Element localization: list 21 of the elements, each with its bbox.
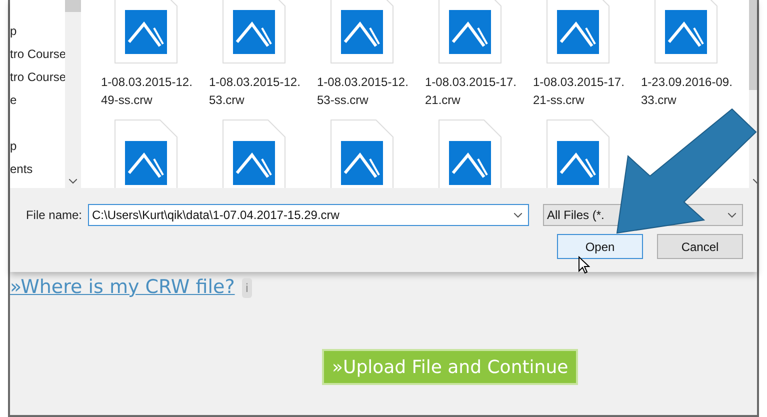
chevron-down-icon[interactable] — [69, 179, 77, 184]
dialog-button[interactable]: Cancel — [657, 234, 743, 259]
scrollbar-thumb[interactable] — [65, 0, 81, 12]
file-name[interactable]: 1-08.03.2015-17. 21-ss.crw — [533, 73, 637, 109]
nav-item[interactable]: e — [10, 89, 65, 111]
chevron-down-icon[interactable] — [728, 212, 736, 218]
nav-item[interactable]: tro Course — [10, 66, 65, 88]
nav-item[interactable]: p — [10, 20, 65, 42]
file-name-label: File name: — [26, 208, 82, 222]
nav-item[interactable]: ents — [10, 158, 65, 180]
chevron-down-icon[interactable] — [514, 212, 522, 218]
file-name[interactable]: 1-08.03.2015-17. 21.crw — [425, 73, 529, 109]
file-name[interactable]: 1-23.09.2016-09. 33.crw — [641, 73, 745, 109]
file-name[interactable]: 1-08.03.2015-12. 49-ss.crw — [101, 73, 205, 109]
file-name-field[interactable]: C:\Users\Kurt\qik\data\1-07.04.2017-15.29.crw — [88, 204, 529, 226]
mouse-cursor-icon — [578, 256, 590, 274]
nav-item[interactable]: tro Course — [10, 43, 65, 65]
nav-item[interactable]: p — [10, 135, 65, 157]
file-name[interactable]: 1-08.03.2015-12. 53-ss.crw — [317, 73, 421, 109]
file-name[interactable]: 1-08.03.2015-12. 53.crw — [209, 73, 313, 109]
dialog-button[interactable]: Open — [557, 234, 643, 259]
